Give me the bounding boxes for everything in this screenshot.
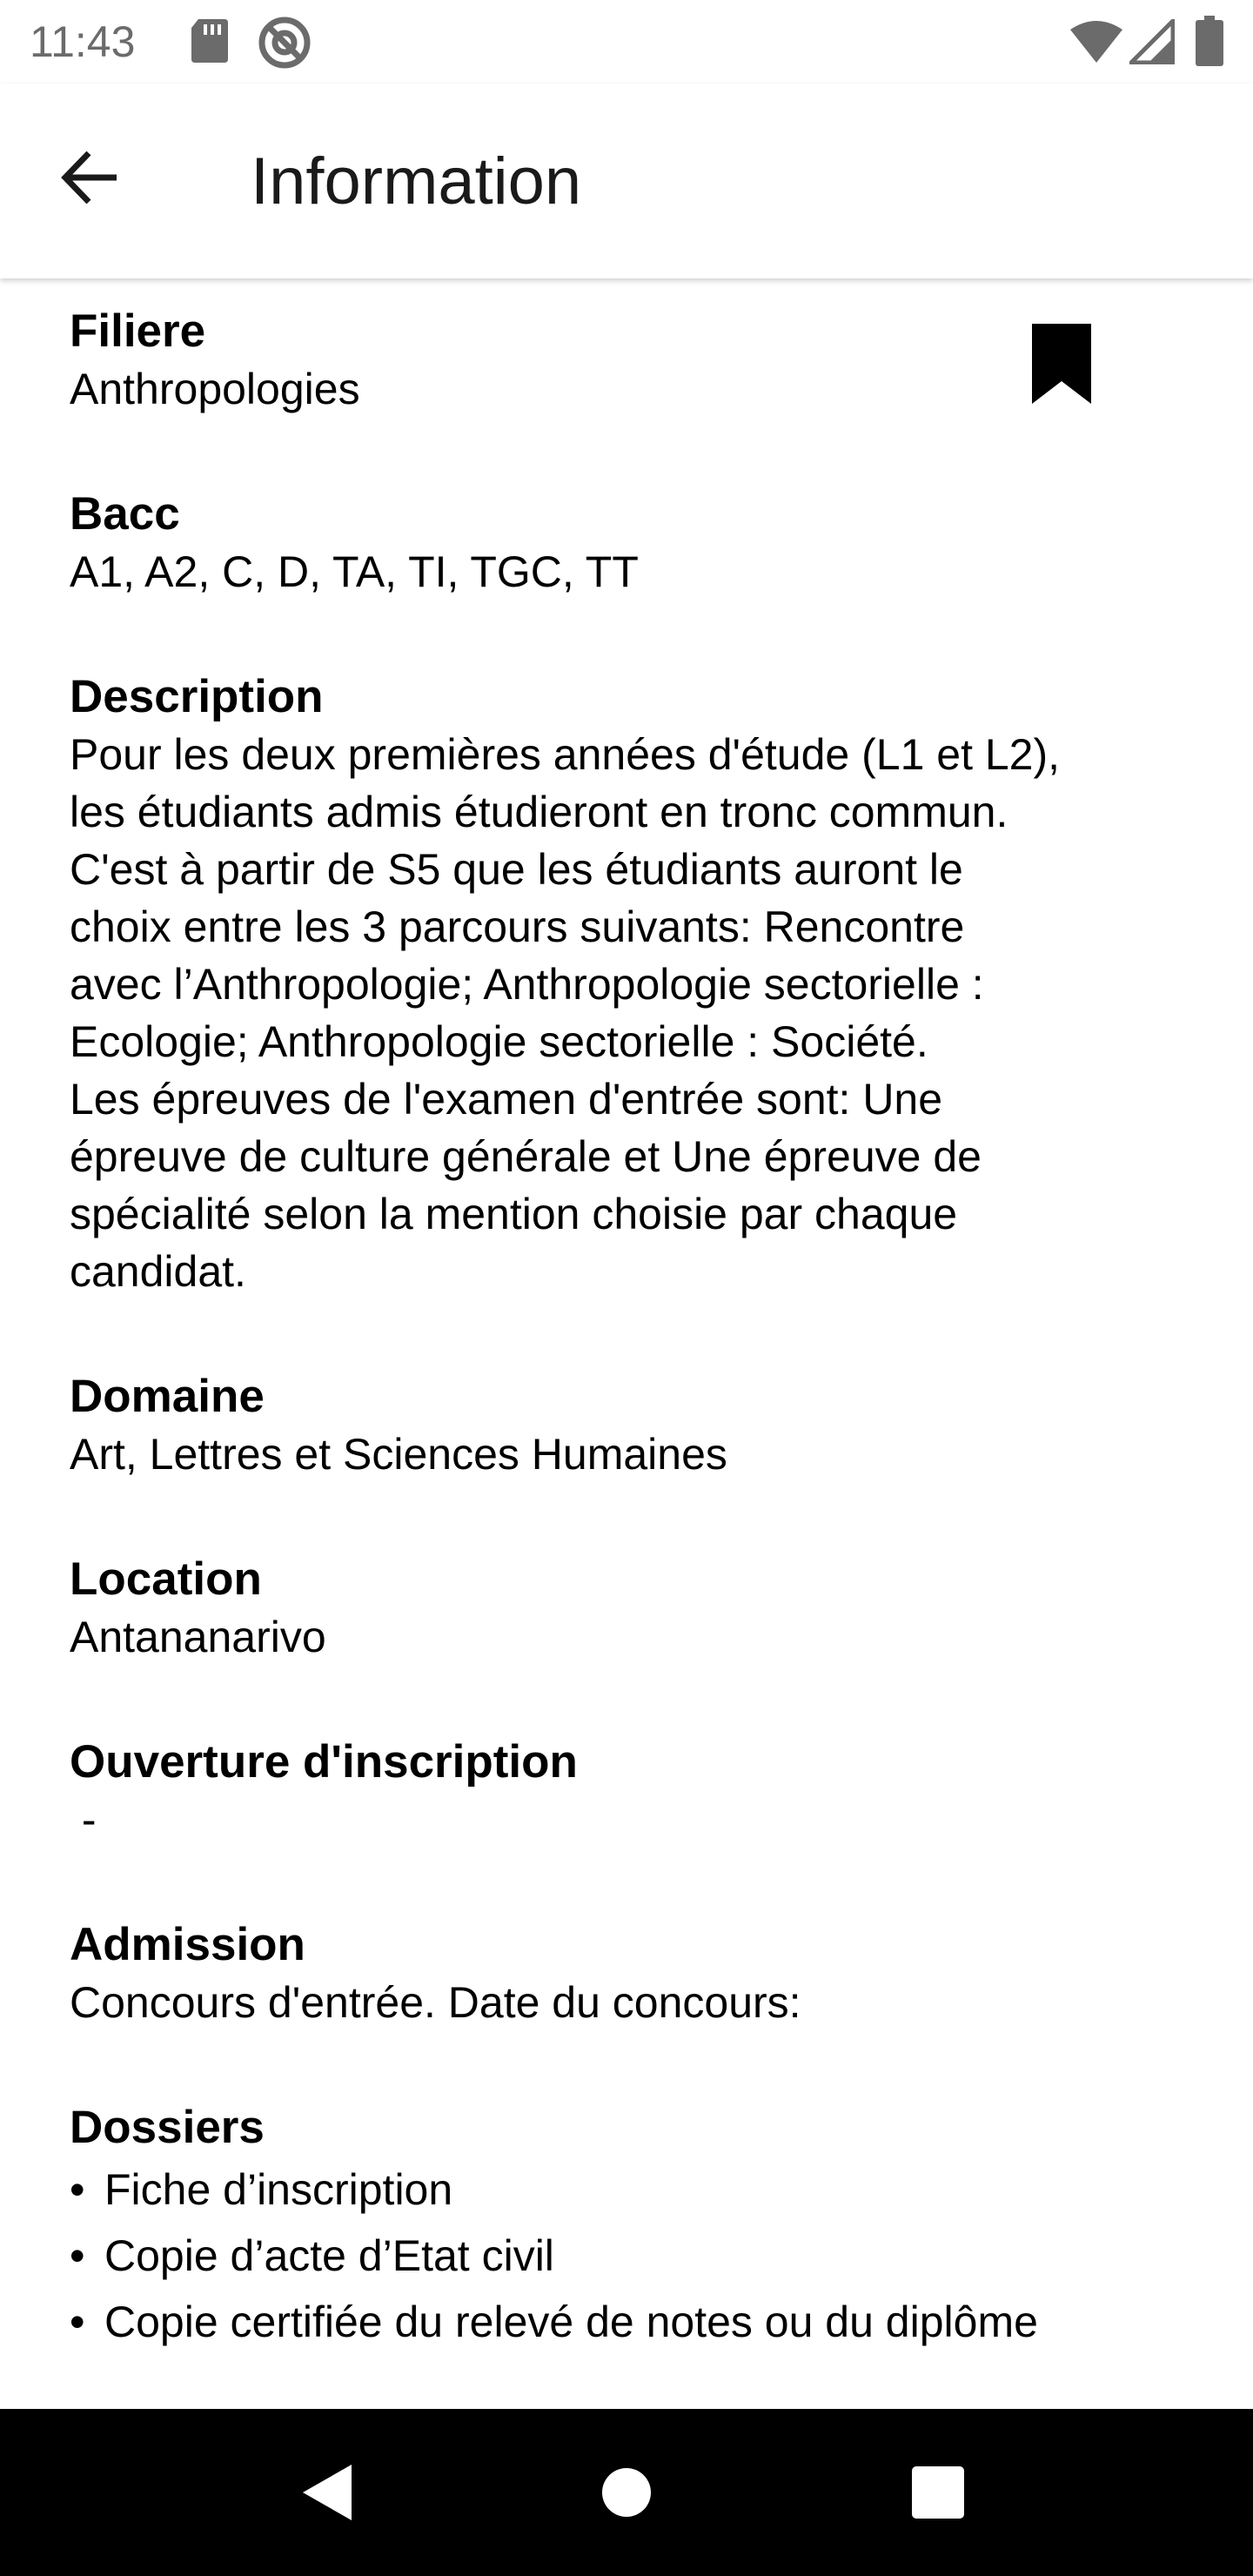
admission-label: Admission — [70, 1919, 305, 1970]
wifi-icon — [1069, 19, 1124, 69]
ouverture-label: Ouverture d'inscription — [70, 1736, 578, 1788]
list-item: • Copie d’acte d’Etat civil — [70, 2223, 1183, 2289]
bullet: • — [70, 2298, 85, 2346]
list-item: • Fiche d’inscription — [70, 2157, 1183, 2223]
status-time: 11:43 — [30, 17, 136, 66]
section-ouverture: Ouverture d'inscription - — [70, 1734, 1183, 1848]
back-button[interactable] — [49, 136, 132, 219]
description-label: Description — [70, 671, 324, 722]
arrow-back-icon — [61, 151, 117, 205]
location-label: Location — [70, 1553, 262, 1605]
bacc-label: Bacc — [70, 488, 180, 540]
nav-back-button[interactable] — [278, 2444, 376, 2541]
page-title: Information — [251, 144, 582, 218]
dossier-item-text: Copie certifiée du relevé de notes ou du… — [104, 2298, 1038, 2346]
dossier-item-text: Fiche d’inscription — [104, 2165, 453, 2214]
nav-back-triangle-icon — [303, 2465, 352, 2520]
admission-value: Concours d'entrée. Date du concours: — [70, 1978, 801, 2027]
nav-recents-button[interactable] — [889, 2444, 987, 2541]
dossier-item-text: Copie d’acte d’Etat civil — [104, 2231, 554, 2280]
section-filiere: Filiere Anthropologies — [70, 303, 1183, 418]
section-admission: Admission Concours d'entrée. Date du con… — [70, 1916, 1183, 2031]
bullet: • — [70, 2231, 85, 2280]
section-location: Location Antananarivo — [70, 1551, 1183, 1666]
system-nav-bar — [0, 2409, 1253, 2576]
app-bar: Information — [0, 84, 1253, 278]
at-sign-icon — [258, 16, 312, 74]
location-value: Antananarivo — [70, 1613, 326, 1661]
filiere-label: Filiere — [70, 305, 206, 357]
status-bar: 11:43 — [0, 0, 1253, 84]
info-list: Filiere Anthropologies Bacc A1, A2, C, D… — [70, 303, 1183, 2409]
bacc-value: A1, A2, C, D, TA, TI, TGC, TT — [70, 547, 639, 596]
section-bacc: Bacc A1, A2, C, D, TA, TI, TGC, TT — [70, 486, 1183, 600]
section-dossiers: Dossiers • Fiche d’inscription • Copie d… — [70, 2099, 1183, 2355]
nav-home-button[interactable] — [578, 2444, 675, 2541]
domaine-value: Art, Lettres et Sciences Humaines — [70, 1430, 727, 1479]
battery-icon — [1196, 16, 1223, 70]
dossiers-label: Dossiers — [70, 2102, 265, 2153]
section-domaine: Domaine Art, Lettres et Sciences Humaine… — [70, 1368, 1183, 1483]
domaine-label: Domaine — [70, 1371, 265, 1422]
nav-recents-square-icon — [912, 2466, 964, 2519]
bullet: • — [70, 2165, 85, 2214]
sd-card-icon — [190, 16, 230, 69]
description-value: Pour les deux premières années d'étude (… — [70, 730, 1061, 1296]
nav-home-circle-icon — [602, 2468, 651, 2517]
screen: 11:43 Information Filiere Anthropologies… — [0, 0, 1253, 2576]
ouverture-value: - — [70, 1795, 97, 1844]
list-item: • Copie certifiée du relevé de notes ou … — [70, 2289, 1183, 2355]
signal-icon — [1125, 15, 1176, 69]
info-content[interactable]: Filiere Anthropologies Bacc A1, A2, C, D… — [0, 278, 1253, 2409]
dossiers-list: • Fiche d’inscription • Copie d’acte d’E… — [70, 2157, 1183, 2355]
section-description: Description Pour les deux premières anné… — [70, 668, 1183, 1300]
filiere-value: Anthropologies — [70, 365, 360, 413]
